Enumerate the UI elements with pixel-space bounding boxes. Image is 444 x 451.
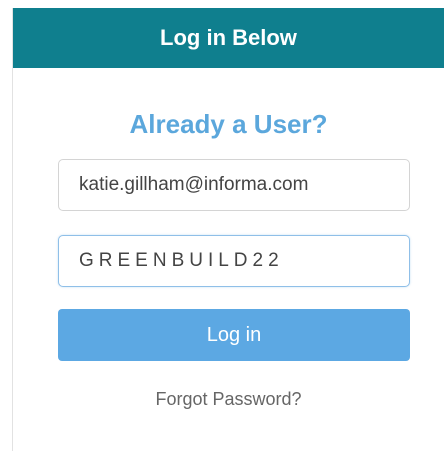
header-title: Log in Below [160,25,297,50]
email-input[interactable] [58,159,410,211]
login-button[interactable]: Log in [58,309,410,361]
form-subtitle: Already a User? [129,109,328,139]
panel-header: Log in Below [13,8,444,68]
login-panel: Log in Below Already a User? Log in Forg… [12,8,444,451]
password-input[interactable] [58,235,410,287]
forgot-password-link[interactable]: Forgot Password? [13,389,444,410]
